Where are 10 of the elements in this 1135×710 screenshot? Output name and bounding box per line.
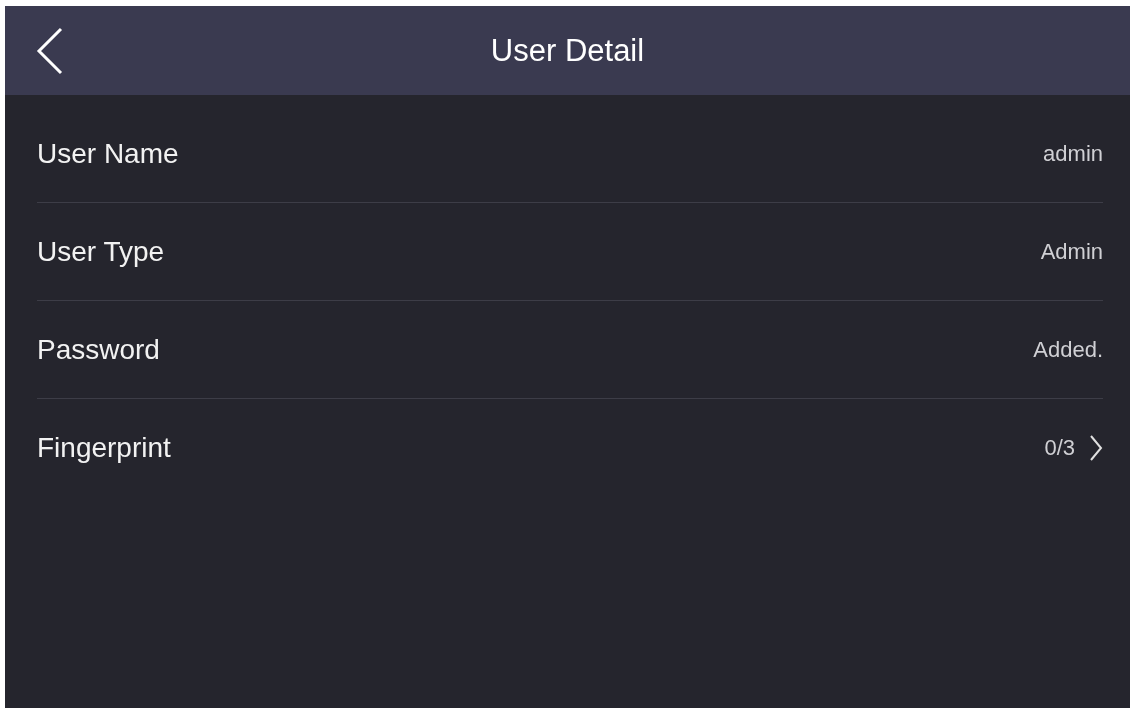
- row-value: admin: [1043, 140, 1103, 167]
- row-label: Fingerprint: [37, 431, 171, 464]
- row-value: 0/3: [1044, 434, 1075, 461]
- row-label: Password: [37, 333, 160, 366]
- row-value: Added.: [1033, 336, 1103, 363]
- row-label: User Type: [37, 235, 165, 268]
- chevron-right-icon[interactable]: [1089, 433, 1103, 462]
- row-label: User Name: [37, 137, 179, 170]
- page-title: User Detail: [490, 32, 645, 69]
- row-value: Admin: [1040, 238, 1103, 265]
